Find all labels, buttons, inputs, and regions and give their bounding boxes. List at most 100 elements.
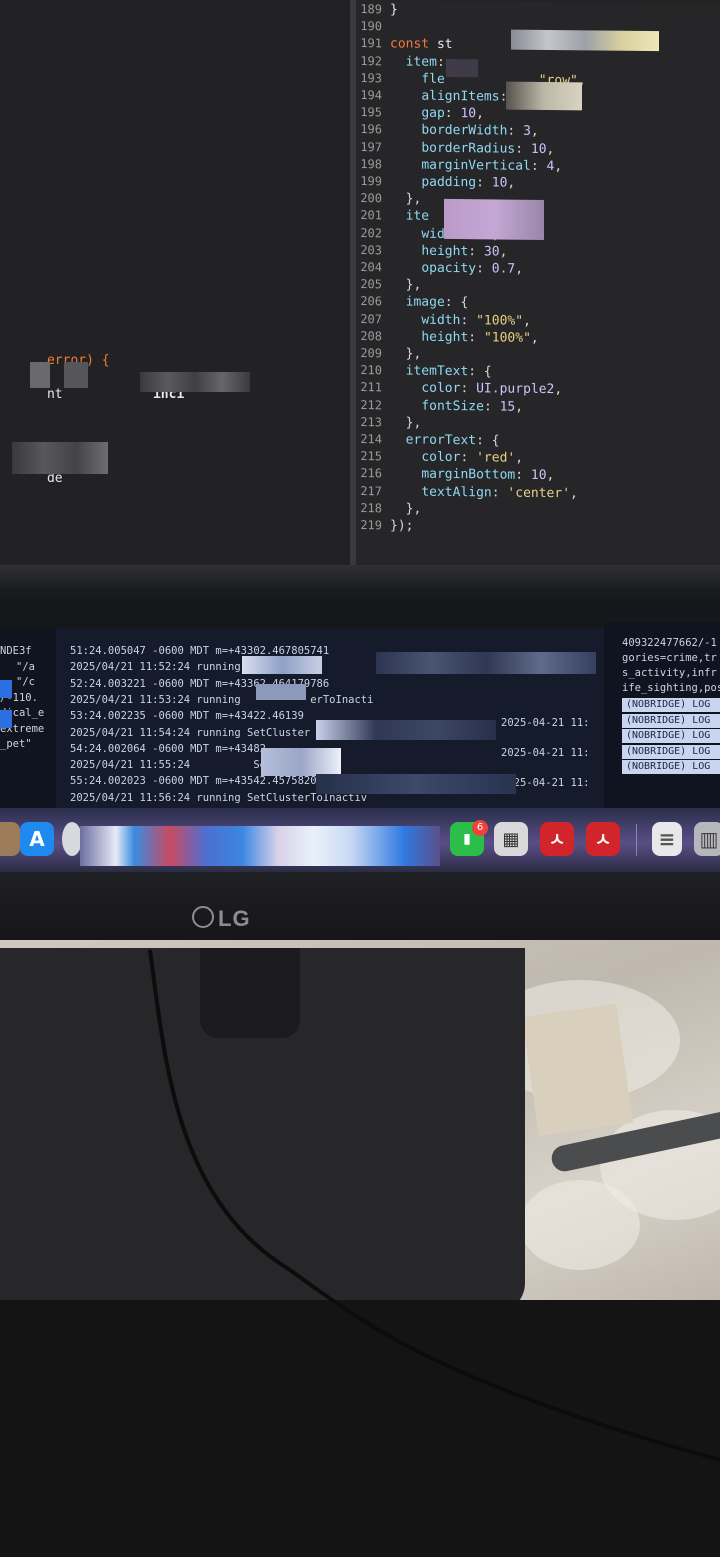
redaction-block — [444, 198, 544, 240]
code-line: 213 }, — [356, 413, 421, 432]
line-number: 215 — [360, 449, 382, 464]
facetime-badge: 6 — [472, 820, 488, 836]
line-number: 212 — [360, 397, 382, 412]
code-lines: 189}190191const st192 item: -193 fle "ro… — [356, 0, 720, 534]
redaction-block — [506, 81, 582, 111]
code-content: color: 'red', — [421, 449, 524, 466]
redaction-block — [140, 372, 250, 392]
lower-monitor-bezel — [0, 872, 720, 950]
code-content: }); — [390, 518, 414, 534]
code-content: gap: 10, — [421, 105, 484, 122]
line-number: 211 — [360, 380, 382, 395]
line-number: 206 — [360, 294, 382, 309]
code-content: errorText: { — [405, 432, 500, 449]
redaction-block — [376, 652, 596, 674]
line-number: 189 — [360, 2, 382, 17]
code-content: const st — [390, 36, 453, 53]
code-line: 206 image: { — [356, 292, 468, 311]
code-content: color: UI.purple2, — [421, 381, 563, 398]
code-line: 218 }, — [356, 499, 421, 518]
safari-icon[interactable] — [62, 822, 82, 856]
log-line: 2025/04/21 11:53:24 running erToInacti — [70, 693, 374, 706]
line-number: 201 — [360, 208, 382, 223]
line-number: 197 — [360, 139, 382, 154]
trash-icon[interactable]: ▥ — [694, 822, 720, 856]
code-content: height: 30, — [421, 243, 508, 260]
redaction-block — [12, 442, 108, 474]
redaction-block — [446, 58, 478, 78]
terminal-line: "/a — [16, 660, 35, 673]
redaction-block — [511, 29, 659, 52]
terminal-line: ife_sighting,pos — [622, 682, 720, 694]
line-number: 200 — [360, 191, 382, 206]
line-number: 208 — [360, 328, 382, 344]
code-content: height: "100%", — [421, 329, 539, 346]
code-content: image: { — [405, 294, 469, 311]
nobridge-log-line: (NOBRIDGE) LOG — [622, 713, 720, 728]
code-line: 205 }, — [356, 275, 421, 294]
redaction-block — [316, 774, 516, 794]
code-line: 200 }, — [356, 189, 421, 208]
terminal-line: gories=crime,tr — [622, 652, 717, 664]
code-content: } — [390, 2, 398, 18]
terminal-line: 409322477662/-1 — [622, 637, 717, 649]
terminal-line: _pet" — [0, 738, 32, 750]
terminal-line: NDE3f — [0, 645, 32, 657]
code-content: alignItems: — [421, 88, 508, 105]
terminal-line: "/c — [16, 676, 35, 688]
line-number: 219 — [360, 518, 382, 533]
redaction-block — [0, 710, 12, 728]
lg-logo-icon — [192, 906, 214, 928]
nobridge-log-line: (NOBRIDGE) LOG — [622, 729, 720, 743]
line-number: 202 — [360, 225, 382, 240]
log-line: 2025/04/21 11:54:24 running SetCluster — [70, 726, 311, 739]
line-number: 194 — [360, 88, 382, 103]
dock-separator — [636, 824, 637, 856]
line-number: 204 — [360, 260, 382, 275]
nobridge-log-line: (NOBRIDGE) LOG — [622, 698, 720, 712]
code-content: textAlign: 'center', — [421, 484, 578, 501]
line-number: 203 — [360, 242, 382, 258]
redacted-dock-icons — [80, 826, 440, 866]
code-content: }, — [390, 277, 422, 293]
redaction-block — [256, 684, 306, 700]
code-content: }, — [390, 191, 422, 207]
finder-icon[interactable] — [0, 822, 20, 856]
code-text: nt — [46, 387, 63, 402]
line-number: 199 — [360, 174, 382, 189]
redaction-block — [0, 680, 12, 698]
line-number: 195 — [360, 105, 382, 120]
redaction-block — [242, 656, 322, 674]
terminal-log-pane: 51:24.005047 -0600 MDT m=+43302.46780574… — [56, 628, 604, 808]
code-content: }, — [390, 501, 422, 517]
code-content: padding: 10, — [421, 174, 516, 191]
calculator-icon[interactable]: ▦ — [494, 822, 528, 856]
line-number: 210 — [360, 363, 382, 378]
code-content: }, — [390, 415, 422, 431]
monitor-brand: LG — [218, 906, 251, 931]
code-content: marginVertical: 4, — [421, 157, 563, 174]
code-content: width: "100%", — [421, 312, 531, 329]
upper-monitor-screen: error) { nt inci de 189} 190 191 const st 19… — [0, 0, 720, 572]
redaction-block — [316, 720, 496, 740]
code-content: opacity: 0.7, — [421, 260, 524, 277]
line-number: 207 — [360, 311, 382, 326]
log-line: 53:24.002235 -0600 MDT m=+43422.46139 — [70, 710, 304, 723]
acrobat-icon[interactable]: ㅅ — [540, 822, 574, 856]
code-line: 209 }, — [356, 344, 421, 363]
line-number: 196 — [360, 122, 382, 137]
line-number: 216 — [360, 466, 382, 481]
document-icon[interactable]: ≡ — [652, 822, 682, 856]
acrobat-reader-icon[interactable]: ㅅ — [586, 822, 620, 856]
redaction-block — [64, 362, 88, 388]
code-content: fontSize: 15, — [421, 398, 524, 415]
app-store-icon[interactable]: A — [20, 822, 54, 856]
code-fragment-error: error) { — [0, 334, 110, 368]
code-line: 189} — [356, 0, 398, 18]
redaction-block — [261, 748, 341, 776]
line-number: 191 — [360, 36, 382, 51]
terminal-line: s_activity,infr — [622, 667, 717, 679]
nobridge-log-line: (NOBRIDGE) LOG — [622, 744, 720, 759]
line-number: 198 — [360, 156, 382, 172]
line-number: 218 — [360, 500, 382, 516]
